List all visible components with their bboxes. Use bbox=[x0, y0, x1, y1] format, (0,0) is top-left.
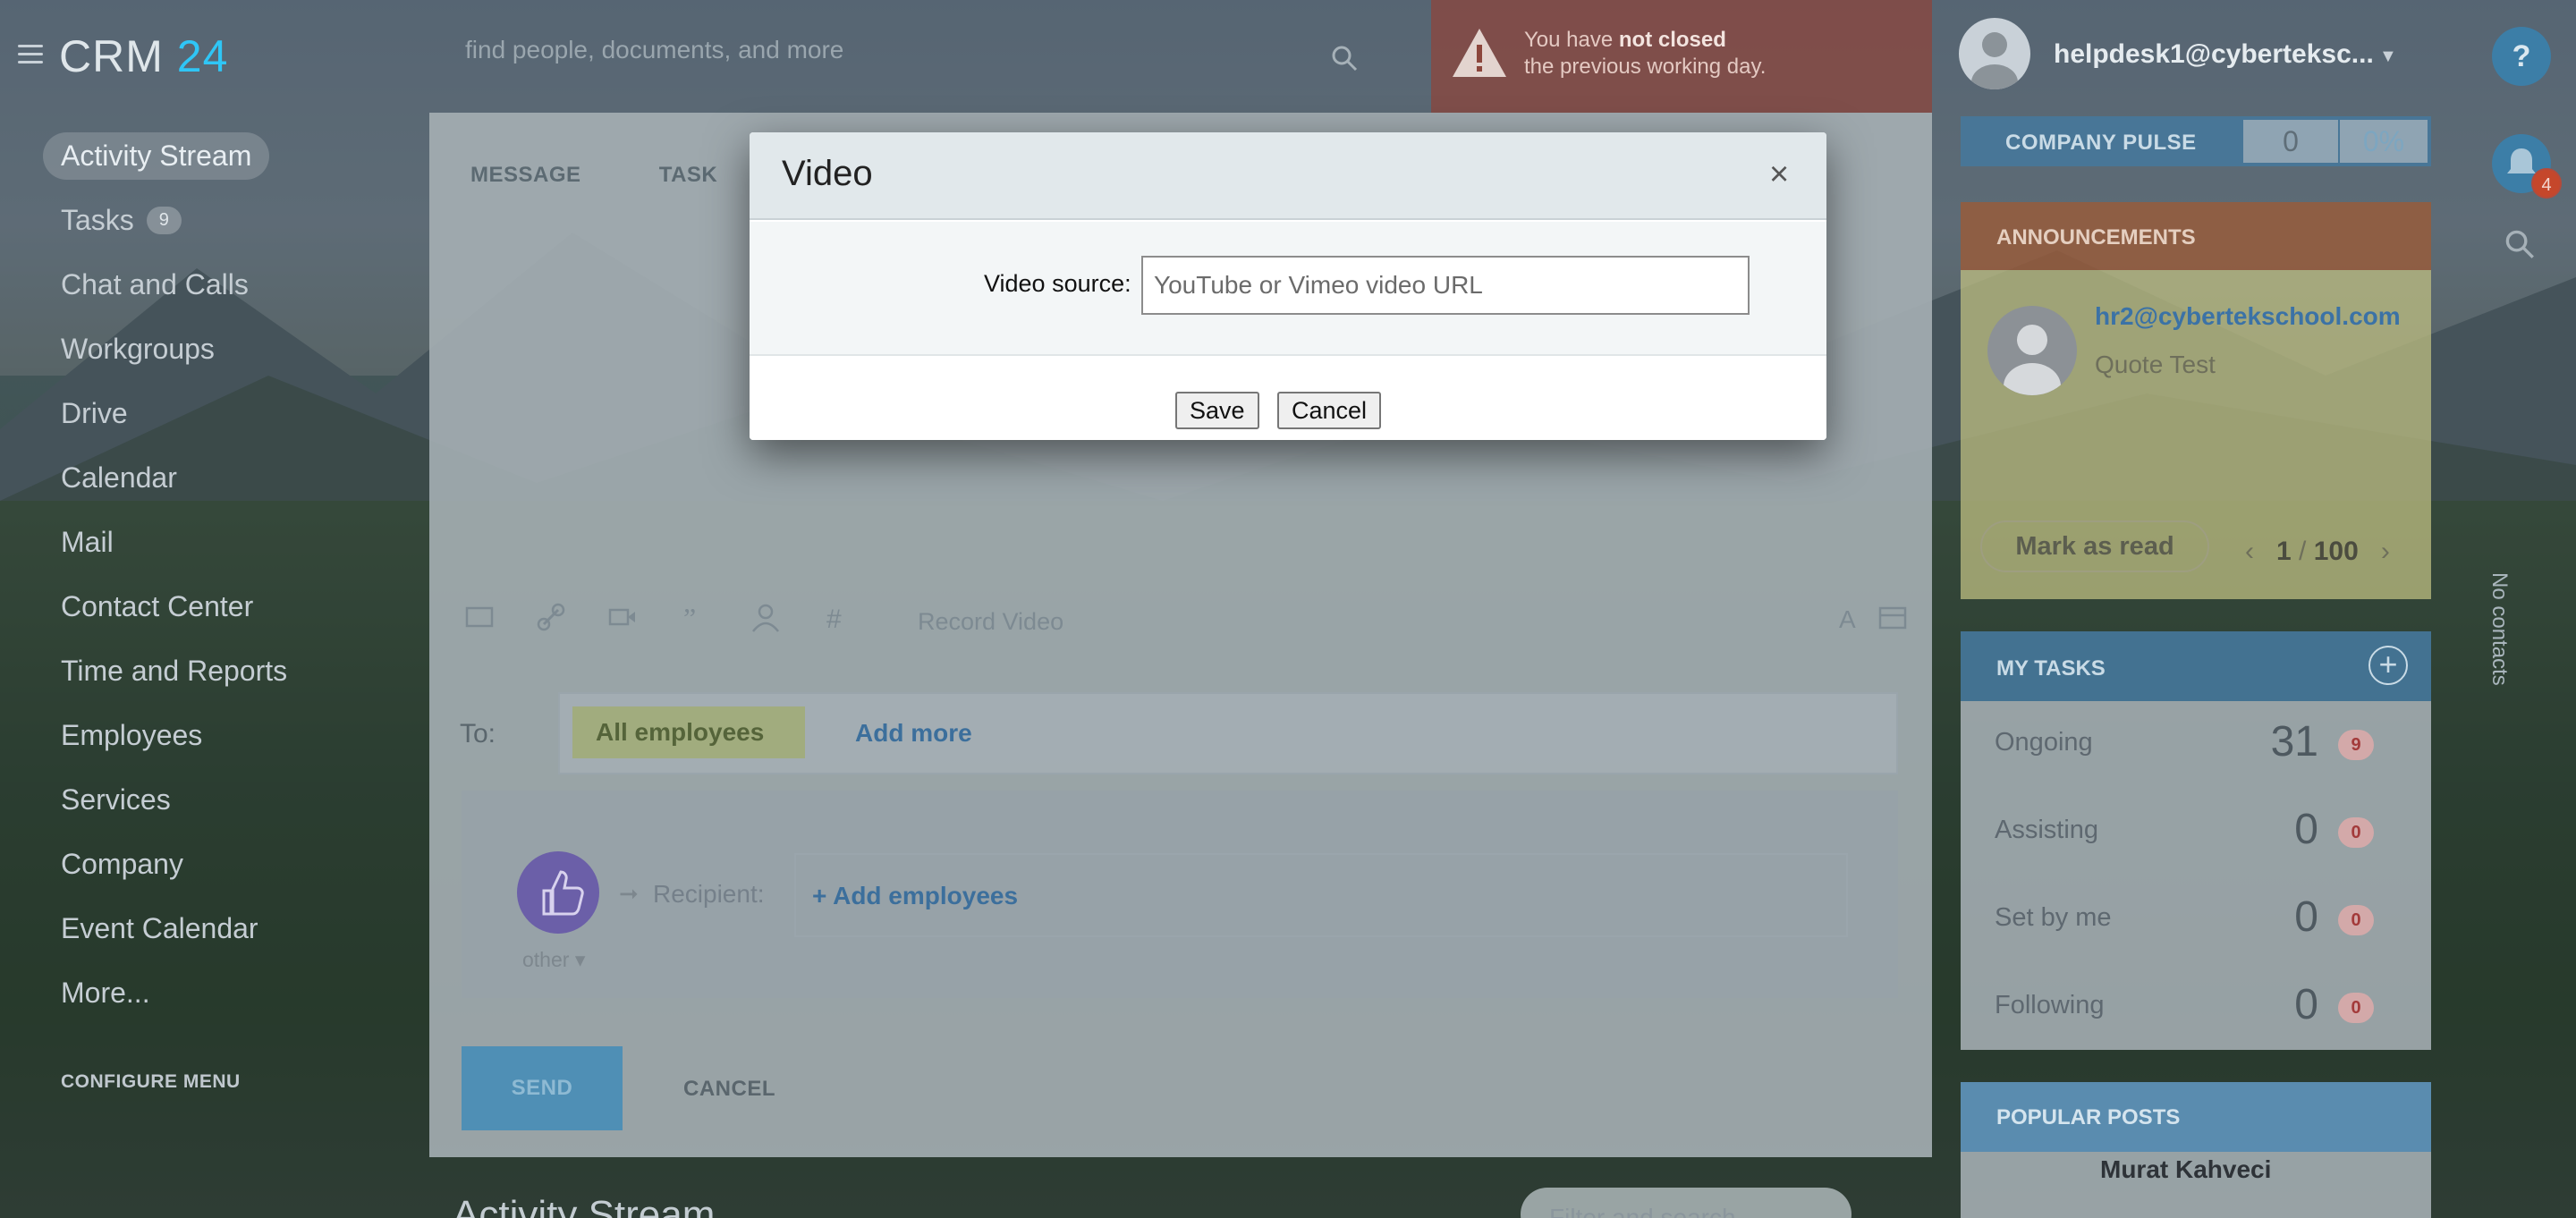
popular-post-author[interactable]: Murat Kahveci bbox=[2100, 1155, 2271, 1184]
company-pulse-label: COMPANY PULSE bbox=[2005, 131, 2197, 155]
nav-item-calendar[interactable]: Calendar bbox=[43, 445, 419, 510]
dialog-header: Video × bbox=[750, 132, 1826, 220]
contact-search-icon[interactable] bbox=[2504, 229, 2535, 259]
filter-search-input[interactable]: Filter and search bbox=[1521, 1188, 1852, 1218]
video-source-label: Video source: bbox=[984, 270, 1131, 297]
help-icon[interactable]: ? bbox=[2492, 27, 2551, 86]
add-more-link[interactable]: Add more bbox=[855, 719, 972, 748]
video-icon[interactable] bbox=[605, 599, 640, 635]
arrow-right-icon: ➞ bbox=[619, 880, 639, 907]
my-tasks-header: MY TASKS + bbox=[1961, 631, 2431, 701]
to-label: To: bbox=[460, 719, 496, 749]
tab-task[interactable]: TASK bbox=[659, 163, 718, 187]
nav-item-services[interactable]: Services bbox=[43, 767, 419, 832]
announcements-panel: hr2@cybertekschool.com Quote Test Mark a… bbox=[1961, 270, 2431, 599]
announcement-pager: ‹ 1 / 100 › bbox=[2245, 537, 2390, 566]
tab-message[interactable]: MESSAGE bbox=[470, 163, 581, 187]
nav-item-employees[interactable]: Employees bbox=[43, 703, 419, 767]
video-source-input[interactable] bbox=[1141, 256, 1750, 315]
search-icon[interactable] bbox=[1331, 45, 1358, 72]
nav-item-company[interactable]: Company bbox=[43, 832, 419, 896]
link-icon[interactable] bbox=[533, 599, 569, 635]
hashtag-icon[interactable]: # bbox=[819, 599, 855, 635]
close-icon[interactable]: × bbox=[1769, 156, 1789, 194]
cancel-button[interactable]: Cancel bbox=[1277, 392, 1382, 429]
no-contacts-label: No contacts bbox=[2487, 572, 2512, 686]
activity-stream-heading: Activity Stream bbox=[453, 1193, 716, 1218]
my-tasks-panel: Ongoing 31 9 Assisting 0 0 Set by me 0 0 Follo… bbox=[1961, 701, 2431, 1050]
announcement-avatar[interactable] bbox=[1987, 306, 2077, 395]
text-format-icon[interactable]: A bbox=[1830, 599, 1866, 635]
recipient-chip-all-employees[interactable]: All employees bbox=[572, 706, 805, 758]
gratitude-recipient-field[interactable]: + Add employees bbox=[794, 853, 1848, 937]
nav-item-mail[interactable]: Mail bbox=[43, 510, 419, 574]
app-logo[interactable]: CRM 24 bbox=[59, 30, 228, 82]
chevron-left-icon[interactable]: ‹ bbox=[2245, 537, 2254, 566]
company-pulse-widget[interactable]: COMPANY PULSE 0 0% bbox=[1961, 116, 2431, 166]
tasks-count-badge: 9 bbox=[146, 206, 182, 234]
global-search-input[interactable]: find people, documents, and more bbox=[465, 36, 1360, 80]
quote-icon[interactable]: ” bbox=[676, 599, 712, 635]
notification-count-badge: 4 bbox=[2531, 168, 2562, 199]
nav-item-event-calendar[interactable]: Event Calendar bbox=[43, 896, 419, 960]
nav-item-contact-center[interactable]: Contact Center bbox=[43, 574, 419, 639]
user-name[interactable]: helpdesk1@cyberteksc... bbox=[2054, 39, 2374, 70]
dialog-title: Video bbox=[782, 154, 873, 193]
warning-text: You have not closed the previous working… bbox=[1524, 28, 1767, 79]
left-nav: Activity Stream Tasks 9 Chat and Calls Wo… bbox=[43, 123, 419, 1025]
user-avatar[interactable] bbox=[1959, 18, 2030, 89]
mark-as-read-button[interactable]: Mark as read bbox=[1980, 520, 2209, 572]
announcement-author-link[interactable]: hr2@cybertekschool.com bbox=[2095, 302, 2401, 331]
work-day-warning[interactable]: You have not closed the previous working… bbox=[1431, 0, 1932, 113]
save-button[interactable]: Save bbox=[1175, 392, 1259, 429]
menu-toggle-icon[interactable] bbox=[18, 45, 43, 64]
recipients-field[interactable]: All employees Add more bbox=[558, 692, 1898, 774]
nav-item-time-and-reports[interactable]: Time and Reports bbox=[43, 639, 419, 703]
add-task-icon[interactable]: + bbox=[2368, 646, 2408, 685]
gratitude-type-select[interactable]: other ▾ bbox=[522, 948, 585, 972]
video-dialog: Video × Video source: Save Cancel bbox=[750, 132, 1826, 440]
thumbs-up-icon[interactable] bbox=[517, 851, 599, 934]
composer-cancel-button[interactable]: CANCEL bbox=[683, 1077, 775, 1102]
warning-icon bbox=[1453, 29, 1506, 77]
popular-posts-header: POPULAR POSTS bbox=[1961, 1082, 2431, 1152]
nav-item-workgroups[interactable]: Workgroups bbox=[43, 317, 419, 381]
chevron-down-icon[interactable]: ▼ bbox=[2379, 47, 2397, 67]
task-row-following[interactable]: Following 0 0 bbox=[1961, 964, 2431, 1052]
svg-text:#: # bbox=[826, 605, 842, 634]
record-video-button[interactable]: Record Video bbox=[918, 608, 1063, 636]
nav-item-more[interactable]: More... bbox=[43, 960, 419, 1025]
nav-item-chat-and-calls[interactable]: Chat and Calls bbox=[43, 252, 419, 317]
recipient-label: Recipient: bbox=[653, 880, 765, 908]
gratitude-section: other ▾ ➞ Recipient: + Add employees bbox=[462, 791, 1898, 998]
announcements-header: ANNOUNCEMENTS bbox=[1961, 202, 2431, 270]
chevron-right-icon[interactable]: › bbox=[2381, 537, 2390, 566]
mention-user-icon[interactable] bbox=[748, 599, 784, 635]
editor-toolbar: ” # Record Video A bbox=[462, 596, 1911, 649]
configure-menu-link[interactable]: CONFIGURE MENU bbox=[61, 1071, 241, 1093]
nav-item-drive[interactable]: Drive bbox=[43, 381, 419, 445]
task-row-set-by-me[interactable]: Set by me 0 0 bbox=[1961, 876, 2431, 964]
company-pulse-value: 0 bbox=[2243, 120, 2338, 163]
nav-item-tasks[interactable]: Tasks 9 bbox=[43, 188, 419, 252]
panel-toggle-icon[interactable] bbox=[1875, 599, 1911, 635]
dialog-footer: Save Cancel bbox=[750, 358, 1826, 440]
popular-posts-panel: Murat Kahveci bbox=[1961, 1152, 2431, 1218]
dialog-body: Video source: bbox=[750, 222, 1826, 356]
svg-text:A: A bbox=[1839, 605, 1856, 633]
company-pulse-percent: 0% bbox=[2340, 120, 2428, 163]
send-button[interactable]: SEND bbox=[462, 1046, 623, 1130]
task-row-assisting[interactable]: Assisting 0 0 bbox=[1961, 789, 2431, 876]
add-employees-link[interactable]: + Add employees bbox=[812, 882, 1018, 910]
composer-tabs: MESSAGE TASK bbox=[470, 163, 789, 188]
announcement-text: Quote Test bbox=[2095, 351, 2216, 378]
nav-item-activity-stream[interactable]: Activity Stream bbox=[43, 123, 419, 188]
task-row-ongoing[interactable]: Ongoing 31 9 bbox=[1961, 701, 2431, 789]
file-icon[interactable] bbox=[462, 599, 497, 635]
svg-text:”: ” bbox=[683, 602, 696, 634]
